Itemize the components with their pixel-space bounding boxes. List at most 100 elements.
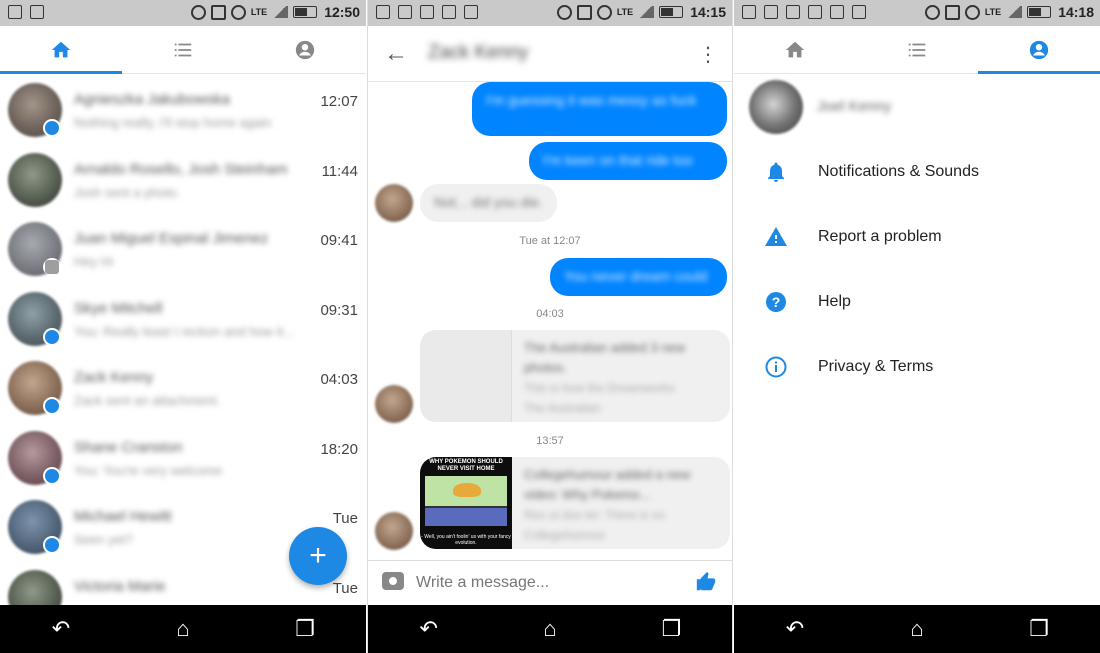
- chat-header: ← Zack Kenny ⋮: [368, 26, 732, 82]
- outgoing-message[interactable]: You never dream could: [550, 258, 727, 296]
- usb-icon: [442, 5, 456, 19]
- conversation-time: 11:44: [321, 162, 358, 180]
- avatar: [749, 80, 803, 134]
- status-time: 14:18: [1058, 4, 1094, 20]
- status-bar: LTE 14:18: [734, 0, 1100, 26]
- tab-profile[interactable]: [244, 26, 366, 73]
- outgoing-message[interactable]: I'm guessing it was messy as fuck: [472, 82, 727, 136]
- message-thread: I'm guessing it was messy as fuck I'm ke…: [368, 82, 732, 560]
- menu-item-report-problem[interactable]: Report a problem: [734, 213, 1100, 263]
- messenger-badge-icon: [43, 397, 61, 415]
- shared-link-card[interactable]: The Australian added 3 new photos. This …: [420, 330, 730, 422]
- outgoing-message[interactable]: I'm keen on that ride too: [529, 142, 727, 180]
- messenger-badge-icon: [43, 119, 61, 137]
- message-input[interactable]: [416, 569, 666, 597]
- contact-avatar: [375, 184, 413, 222]
- code-icon: [420, 5, 434, 19]
- tab-home[interactable]: [0, 26, 122, 74]
- profile-header[interactable]: Joel Kenny: [734, 74, 1100, 144]
- svg-text:?: ?: [772, 294, 781, 310]
- list-icon: [908, 43, 926, 56]
- profile-screen: LTE 14:18 Joel Kenny Notifications & Sou…: [734, 0, 1100, 653]
- back-icon[interactable]: ↶: [41, 616, 81, 642]
- tab-bar: [734, 26, 1100, 74]
- tab-bar: [0, 26, 366, 74]
- conversation-snippet: You: Really least I reckon and how it...: [74, 323, 294, 339]
- messenger-badge-icon: [43, 327, 61, 346]
- alarm-icon: [964, 4, 980, 20]
- conversation-row[interactable]: Juan Miguel Espinal Jimenez Hey Hi 09:41: [0, 213, 366, 283]
- menu-label: Report a problem: [818, 228, 942, 245]
- camera-icon[interactable]: [382, 572, 404, 590]
- home-icon[interactable]: ⌂: [897, 616, 937, 642]
- menu-item-privacy-terms[interactable]: Privacy & Terms: [734, 343, 1100, 393]
- conversation-row[interactable]: Arnaldo Rosello, Josh Steinham Josh sent…: [0, 144, 366, 214]
- lte-icon: LTE: [984, 6, 1002, 17]
- avatar: [8, 569, 62, 605]
- contact-avatar: [375, 512, 413, 550]
- back-icon[interactable]: ↶: [409, 616, 449, 642]
- status-time: 14:15: [690, 4, 726, 20]
- messenger-badge-icon: [43, 466, 61, 485]
- conversation-row[interactable]: Skye Mitchell You: Really least I reckon…: [0, 283, 366, 353]
- tab-home[interactable]: [734, 26, 856, 73]
- conversation-time: 09:41: [320, 232, 358, 249]
- conversation-name: Arnaldo Rosello, Josh Steinham: [74, 160, 288, 178]
- meme-caption: - Well, you ain't foolin' us with your f…: [421, 534, 511, 546]
- bell-icon: [768, 162, 784, 182]
- code-icon: [398, 5, 412, 19]
- conversation-snippet: Josh sent a photo.: [74, 184, 181, 200]
- home-icon[interactable]: ⌂: [530, 616, 570, 642]
- code-icon: [808, 5, 822, 19]
- conversation-list-screen: LTE 12:50 Agnieszka Jakubowska Nothing r…: [0, 0, 366, 653]
- tab-profile[interactable]: [978, 26, 1100, 74]
- system-nav-bar: ↶ ⌂ ❐: [0, 605, 366, 653]
- menu-label: Notifications & Sounds: [818, 163, 979, 180]
- conversation-row[interactable]: Shane Cranston You: You're very welcome …: [0, 422, 366, 492]
- status-bar: LTE 14:15: [368, 0, 732, 26]
- signal-icon: [638, 6, 655, 18]
- alarm-icon: [230, 4, 246, 20]
- incoming-message[interactable]: Not... did you die.: [420, 184, 557, 222]
- conversation-time: Tue: [332, 510, 358, 527]
- tab-list[interactable]: [122, 26, 244, 73]
- back-icon[interactable]: ↶: [775, 616, 815, 642]
- lock-icon: [30, 5, 44, 19]
- conversation-row[interactable]: Zack Kenny Zack sent an attachment. 04:0…: [0, 352, 366, 422]
- chat-screen: LTE 14:15 ← Zack Kenny ⋮ I'm guessing it…: [367, 0, 733, 653]
- home-icon: [51, 41, 71, 57]
- messenger-badge-icon: [43, 536, 61, 554]
- facebook-badge-icon: [43, 258, 61, 276]
- info-icon: [765, 356, 787, 378]
- new-message-button[interactable]: +: [289, 527, 347, 585]
- link-title: Collegehumour added a new video: Why Pok…: [524, 467, 691, 502]
- link-source: Collegehumour: [524, 528, 606, 542]
- conversation-row[interactable]: Agnieszka Jakubowska Nothing really, I'l…: [0, 74, 366, 144]
- conversation-snippet: You: You're very welcome: [74, 462, 222, 478]
- mute-icon: [210, 4, 226, 20]
- menu-item-notifications[interactable]: Notifications & Sounds: [734, 148, 1100, 198]
- conversation-time: 09:31: [320, 301, 358, 319]
- recents-icon[interactable]: ❐: [651, 616, 691, 642]
- shared-video-card[interactable]: WHY POKEMON SHOULD NEVER VISIT HOME - We…: [420, 457, 730, 549]
- menu-item-help[interactable]: ? Help: [734, 278, 1100, 328]
- back-arrow-icon[interactable]: ←: [384, 40, 408, 68]
- like-thumb-icon[interactable]: [694, 571, 718, 593]
- battery-icon: [659, 6, 684, 18]
- profile-name: Joel Kenny: [817, 98, 892, 115]
- chat-title[interactable]: Zack Kenny: [428, 42, 528, 64]
- signal-icon: [1006, 6, 1023, 18]
- lock-icon: [852, 5, 866, 19]
- tab-list[interactable]: [856, 26, 978, 73]
- sim-icon: [764, 5, 778, 19]
- conversation-name: Shane Cranston: [74, 438, 183, 456]
- more-options-icon[interactable]: ⋮: [698, 42, 718, 67]
- home-icon[interactable]: ⌂: [163, 616, 203, 642]
- conversation-time: 18:20: [320, 440, 358, 458]
- status-time: 12:50: [324, 4, 360, 20]
- message-timestamp: 04:03: [536, 308, 564, 320]
- recents-icon[interactable]: ❐: [1019, 616, 1059, 642]
- recents-icon[interactable]: ❐: [285, 616, 325, 642]
- contact-avatar: [375, 385, 413, 423]
- link-source: The Australian: [524, 401, 601, 415]
